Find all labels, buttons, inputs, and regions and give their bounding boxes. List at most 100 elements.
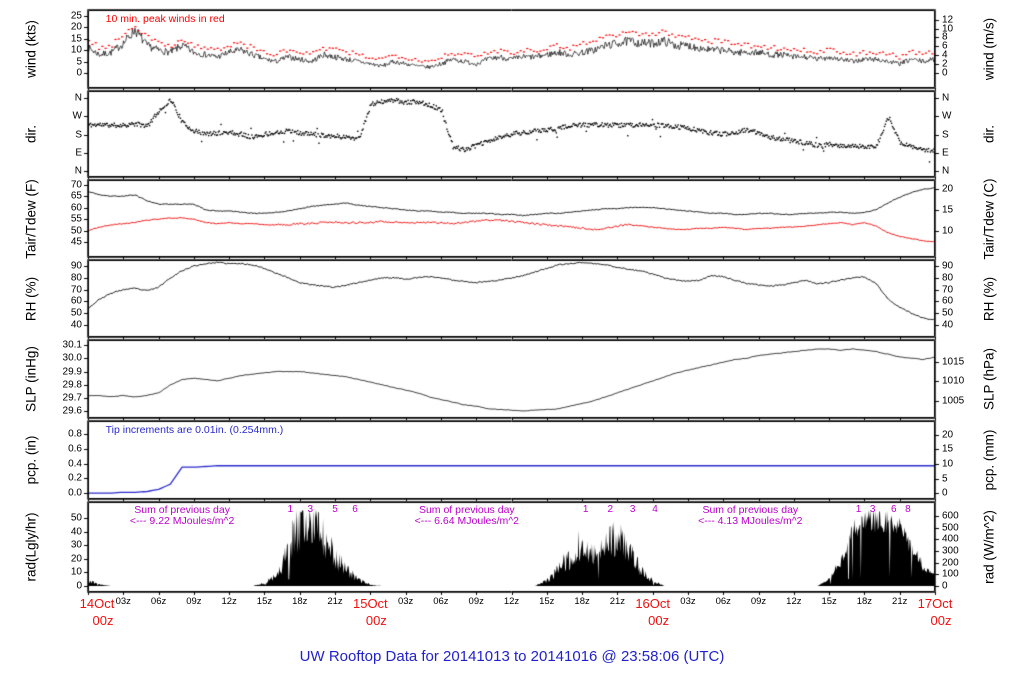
ytick-left-pcp: 0.2	[68, 472, 82, 484]
ytick-left-rh: 50	[70, 307, 82, 319]
axis-title-right-tair: Tair/Tdew (C)	[981, 177, 997, 260]
axis-title-left-wind: wind (kts)	[23, 20, 39, 78]
ytick-left-slp: 29.7	[62, 392, 82, 404]
xtick-label-hour: 00z	[648, 613, 670, 628]
axis-title-left-dir: dir.	[23, 124, 39, 144]
axis-title-left-tair: Tair/Tdew (F)	[23, 178, 39, 259]
xtick-label-minor: 06z	[715, 596, 731, 607]
ytick-right-rh: 70	[942, 284, 954, 296]
ytick-left-rad: 10	[70, 566, 82, 578]
xtick-label-minor: 09z	[750, 596, 767, 607]
axis-title-left-rh: RH (%)	[23, 276, 39, 321]
axis-title-right-wind: wind (m/s)	[981, 17, 997, 81]
ytick-right-rad: 300	[942, 545, 959, 557]
xtick-label-date: 17Oct	[917, 596, 953, 611]
ytick-left-slp: 29.9	[62, 366, 82, 378]
rad-hour-marker: 1	[287, 504, 294, 515]
rad-hour-marker: 1	[855, 504, 862, 515]
rad-hour-marker: 6	[891, 504, 897, 515]
ytick-right-rad: 0	[942, 580, 948, 592]
ytick-right-pcp: 20	[942, 429, 954, 441]
ytick-right-rad: 200	[942, 557, 959, 569]
annotation-pcp: Tip increments are 0.01in. (0.254mm.)	[105, 424, 284, 436]
xtick-label-minor: 12z	[221, 596, 237, 607]
ytick-right-pcp: 5	[942, 473, 948, 484]
xtick-label-minor: 12z	[503, 596, 520, 607]
ytick-left-rh: 70	[70, 284, 82, 296]
xtick-label-minor: 18z	[292, 596, 308, 607]
rad-sum-annotation-line2: <--- 9.22 MJoules/m^2	[129, 515, 235, 527]
ytick-right-rad: 100	[942, 568, 959, 580]
ytick-right-rad: 600	[942, 510, 959, 522]
ytick-left-dir: S	[75, 129, 82, 140]
ytick-left-wind: 25	[70, 10, 82, 22]
ytick-left-rh: 40	[70, 319, 82, 331]
ytick-right-wind: 12	[942, 14, 954, 26]
axis-title-left-slp: SLP (inHg)	[23, 346, 39, 412]
rad-hour-marker: 6	[352, 504, 358, 515]
xtick-label-minor: 09z	[468, 596, 484, 607]
ytick-left-wind: 15	[70, 33, 82, 45]
xtick-label-minor: 18z	[856, 596, 873, 607]
ytick-left-rh: 90	[70, 260, 82, 272]
xtick-label-minor: 18z	[574, 596, 590, 607]
ytick-left-rad: 40	[70, 526, 82, 538]
rad-hour-marker: 8	[905, 504, 911, 515]
rad-sum-annotation-line2: <--- 4.13 MJoules/m^2	[698, 515, 803, 527]
ytick-left-pcp: 0.6	[68, 443, 82, 455]
ytick-left-dir: E	[75, 147, 82, 159]
ytick-left-rad: 20	[70, 553, 82, 565]
xtick-label-minor: 15z	[539, 596, 555, 607]
rad-hour-marker: 4	[652, 504, 658, 515]
axis-title-right-rh: RH (%)	[981, 276, 997, 321]
ytick-left-pcp: 0.0	[68, 487, 82, 499]
ytick-right-rh: 50	[942, 307, 954, 319]
annotation-wind: 10 min. peak winds in red	[105, 13, 225, 25]
plot-canvas	[0, 0, 1024, 700]
xtick-label-minor: 12z	[786, 596, 802, 607]
xtick-label-minor: 03z	[115, 596, 131, 607]
ytick-right-tair: 20	[942, 183, 954, 195]
xtick-label-minor: 03z	[680, 596, 696, 607]
ytick-right-rh: 60	[942, 295, 954, 307]
ytick-left-slp: 30.0	[62, 352, 82, 364]
ytick-left-tair: 45	[70, 236, 82, 248]
ytick-right-rh: 90	[942, 260, 954, 272]
ytick-right-tair: 10	[942, 225, 954, 237]
xtick-label-minor: 15z	[256, 596, 273, 607]
ytick-left-dir: N	[74, 92, 82, 104]
ytick-right-dir: S	[942, 129, 949, 140]
ytick-right-pcp: 0	[942, 487, 948, 499]
ytick-left-tair: 50	[70, 225, 82, 237]
ytick-left-dir: N	[74, 165, 82, 177]
ytick-left-pcp: 0.8	[68, 428, 82, 440]
xtick-label-minor: 09z	[186, 596, 202, 607]
ytick-left-tair: 65	[70, 190, 82, 202]
xtick-label-minor: 21z	[892, 596, 908, 607]
xtick-label-date: 16Oct	[635, 596, 670, 611]
axis-title-right-dir: dir.	[981, 124, 997, 144]
rad-hour-marker: 5	[332, 504, 338, 515]
ytick-left-slp: 30.1	[62, 339, 82, 351]
ytick-left-wind: 20	[70, 21, 82, 33]
ytick-left-tair: 60	[70, 202, 82, 214]
ytick-right-rh: 40	[942, 319, 954, 331]
xtick-label-hour: 00z	[930, 613, 952, 628]
axis-title-right-pcp: pcp. (mm)	[981, 429, 997, 491]
ytick-left-wind: 10	[70, 44, 82, 56]
ytick-right-slp: 1015	[942, 356, 965, 368]
ytick-left-rh: 80	[70, 272, 82, 284]
xtick-label-minor: 06z	[433, 596, 449, 607]
rad-sum-annotation-line2: <--- 6.64 MJoules/m^2	[414, 515, 520, 527]
rad-hour-marker: 3	[869, 504, 876, 515]
ytick-right-dir: W	[942, 110, 952, 122]
rad-hour-marker: 1	[582, 504, 589, 515]
ytick-left-wind: 5	[76, 56, 82, 68]
axis-title-left-pcp: pcp. (in)	[23, 435, 39, 485]
ytick-left-rad: 30	[70, 539, 82, 551]
xtick-label-minor: 21z	[609, 596, 626, 607]
uw-rooftop-weather-figure: wind (kts) wind (m/s) 0 5 10 15 20 25 0 2 4 6 8 10 12 1…	[0, 0, 1024, 700]
axis-title-right-rad: rad (W/m^2)	[981, 510, 997, 584]
figure-title: UW Rooftop Data for 20141013 to 20141016…	[299, 648, 725, 665]
xtick-label-hour: 00z	[92, 613, 114, 628]
